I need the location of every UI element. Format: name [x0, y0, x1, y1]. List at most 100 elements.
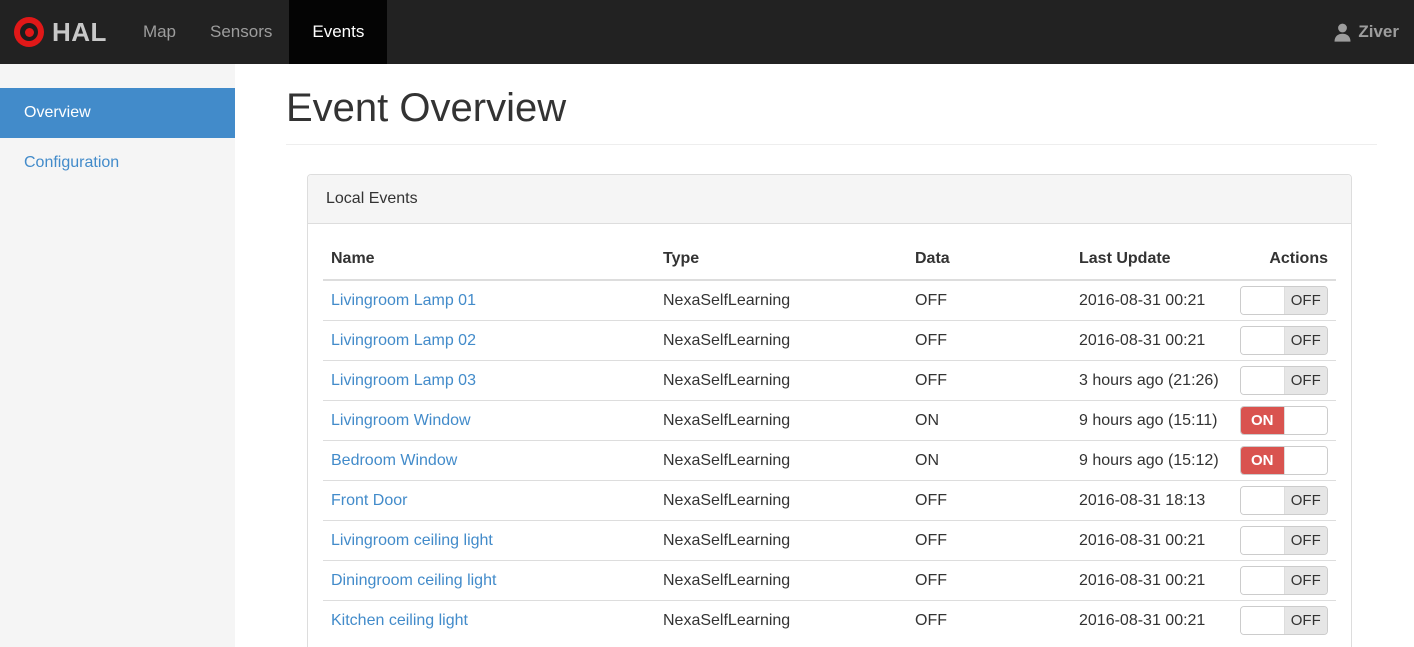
toggle-state-label: OFF	[1284, 607, 1327, 634]
tab-events[interactable]: Events	[289, 0, 388, 64]
event-actions-cell: OFF	[1232, 320, 1336, 361]
event-last-update-cell: 2016-08-31 00:21	[1071, 279, 1232, 321]
table-row: Front Door NexaSelfLearning OFF 2016-08-…	[323, 480, 1336, 521]
toggle-state-label: OFF	[1284, 487, 1327, 514]
event-name-link[interactable]: Livingroom Window	[331, 412, 471, 429]
column-header-name: Name	[323, 239, 655, 281]
event-data-cell: OFF	[907, 600, 1071, 640]
event-toggle-switch[interactable]: OFF	[1240, 566, 1328, 595]
table-row: Livingroom ceiling light NexaSelfLearnin…	[323, 520, 1336, 561]
brand[interactable]: HAL	[0, 0, 117, 64]
event-toggle-switch[interactable]: OFF	[1240, 486, 1328, 515]
event-data-cell: ON	[907, 400, 1071, 441]
event-type-cell: NexaSelfLearning	[655, 400, 907, 441]
event-type-cell: NexaSelfLearning	[655, 279, 907, 321]
event-toggle-switch[interactable]: OFF	[1240, 326, 1328, 355]
sidebar-item-configuration[interactable]: Configuration	[0, 138, 235, 188]
tab-sensors[interactable]: Sensors	[193, 0, 289, 64]
table-header-row: Name Type Data Last Update Actions	[323, 239, 1336, 281]
event-toggle-switch[interactable]: OFF	[1240, 286, 1328, 315]
event-last-update-cell: 2016-08-31 00:21	[1071, 560, 1232, 601]
event-name-cell: Livingroom Lamp 01	[323, 279, 655, 321]
sidebar: Overview Configuration	[0, 64, 235, 647]
hal-bullseye-logo-icon	[14, 17, 44, 47]
brand-label: HAL	[52, 16, 107, 47]
event-name-link[interactable]: Bedroom Window	[331, 452, 457, 469]
event-last-update-cell: 2016-08-31 18:13	[1071, 480, 1232, 521]
panel-body: Name Type Data Last Update Actions Livin…	[308, 224, 1351, 647]
event-data-cell: OFF	[907, 480, 1071, 521]
event-last-update-cell: 9 hours ago (15:11)	[1071, 400, 1232, 441]
event-actions-cell: OFF	[1232, 600, 1336, 640]
toggle-handle	[1241, 487, 1285, 514]
panel-title: Local Events	[308, 175, 1351, 224]
table-row: Kitchen ceiling light NexaSelfLearning O…	[323, 600, 1336, 640]
user-menu[interactable]: Ziver	[1334, 0, 1414, 64]
tab-map[interactable]: Map	[126, 0, 193, 64]
event-name-link[interactable]: Livingroom Lamp 01	[331, 292, 476, 309]
table-row: Livingroom Lamp 03 NexaSelfLearning OFF …	[323, 360, 1336, 401]
table-row: Livingroom Lamp 01 NexaSelfLearning OFF …	[323, 279, 1336, 321]
column-header-actions: Actions	[1232, 239, 1336, 281]
toggle-state-label: OFF	[1284, 287, 1327, 314]
event-data-cell: OFF	[907, 520, 1071, 561]
top-navbar: HAL Map Sensors Events Ziver	[0, 0, 1414, 64]
event-name-link[interactable]: Front Door	[331, 492, 407, 509]
event-type-cell: NexaSelfLearning	[655, 440, 907, 481]
table-row: Diningroom ceiling light NexaSelfLearnin…	[323, 560, 1336, 601]
table-row: Livingroom Window NexaSelfLearning ON 9 …	[323, 400, 1336, 441]
event-toggle-switch[interactable]: ON	[1240, 406, 1328, 435]
events-table: Name Type Data Last Update Actions Livin…	[323, 239, 1336, 640]
event-name-cell: Livingroom Window	[323, 400, 655, 441]
event-type-cell: NexaSelfLearning	[655, 480, 907, 521]
event-data-cell: OFF	[907, 320, 1071, 361]
toggle-state-label: OFF	[1284, 327, 1327, 354]
event-toggle-switch[interactable]: OFF	[1240, 366, 1328, 395]
events-table-body: Livingroom Lamp 01 NexaSelfLearning OFF …	[323, 279, 1336, 640]
event-name-link[interactable]: Kitchen ceiling light	[331, 612, 468, 629]
toggle-handle	[1283, 447, 1327, 474]
event-type-cell: NexaSelfLearning	[655, 320, 907, 361]
main-content: Event Overview Local Events Name Type Da…	[235, 64, 1414, 647]
toggle-handle	[1241, 567, 1285, 594]
event-actions-cell: OFF	[1232, 480, 1336, 521]
toggle-handle	[1241, 527, 1285, 554]
event-actions-cell: OFF	[1232, 560, 1336, 601]
event-name-cell: Livingroom Lamp 03	[323, 360, 655, 401]
event-toggle-switch[interactable]: ON	[1240, 446, 1328, 475]
toggle-handle	[1283, 407, 1327, 434]
toggle-state-label: OFF	[1284, 527, 1327, 554]
toggle-state-label: OFF	[1284, 567, 1327, 594]
toggle-state-label: OFF	[1284, 367, 1327, 394]
event-last-update-cell: 2016-08-31 00:21	[1071, 600, 1232, 640]
event-toggle-switch[interactable]: OFF	[1240, 606, 1328, 635]
toggle-handle	[1241, 607, 1285, 634]
event-name-link[interactable]: Livingroom Lamp 02	[331, 332, 476, 349]
event-type-cell: NexaSelfLearning	[655, 600, 907, 640]
event-actions-cell: OFF	[1232, 360, 1336, 401]
toggle-state-label: ON	[1241, 447, 1284, 474]
event-toggle-switch[interactable]: OFF	[1240, 526, 1328, 555]
event-name-link[interactable]: Livingroom Lamp 03	[331, 372, 476, 389]
event-name-cell: Livingroom Lamp 02	[323, 320, 655, 361]
event-actions-cell: ON	[1232, 440, 1336, 481]
event-actions-cell: ON	[1232, 400, 1336, 441]
event-name-cell: Kitchen ceiling light	[323, 600, 655, 640]
event-name-link[interactable]: Diningroom ceiling light	[331, 572, 496, 589]
event-actions-cell: OFF	[1232, 520, 1336, 561]
user-name: Ziver	[1358, 22, 1399, 41]
user-icon	[1334, 23, 1351, 42]
page-title: Event Overview	[286, 86, 567, 130]
event-data-cell: OFF	[907, 360, 1071, 401]
sidebar-item-overview[interactable]: Overview	[0, 88, 235, 138]
navbar-tabs: Map Sensors Events	[126, 0, 388, 64]
event-name-cell: Front Door	[323, 480, 655, 521]
event-last-update-cell: 9 hours ago (15:12)	[1071, 440, 1232, 481]
title-divider	[286, 144, 1377, 145]
event-type-cell: NexaSelfLearning	[655, 360, 907, 401]
event-name-cell: Diningroom ceiling light	[323, 560, 655, 601]
event-last-update-cell: 2016-08-31 00:21	[1071, 320, 1232, 361]
event-name-cell: Livingroom ceiling light	[323, 520, 655, 561]
table-row: Bedroom Window NexaSelfLearning ON 9 hou…	[323, 440, 1336, 481]
event-name-link[interactable]: Livingroom ceiling light	[331, 532, 493, 549]
